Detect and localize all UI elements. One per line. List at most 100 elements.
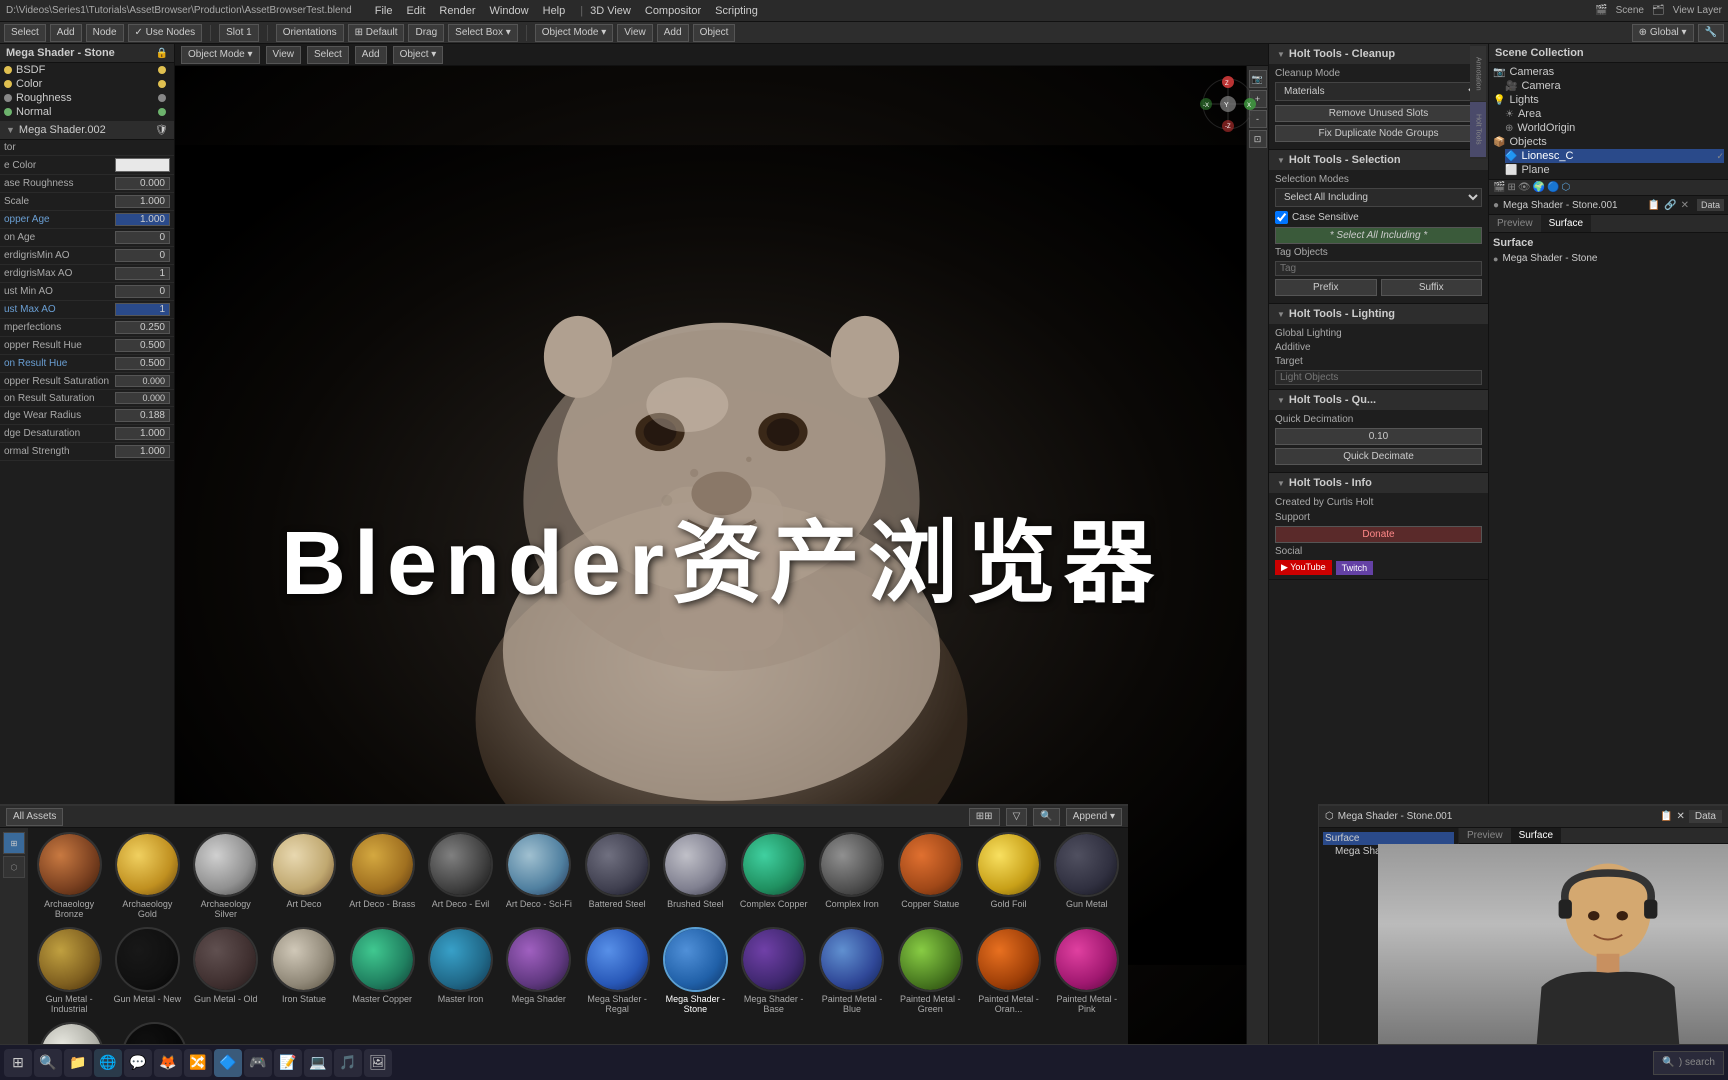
asset-mega-stone[interactable]: Mega Shader - Stone — [660, 927, 730, 1014]
object-mode-dropdown[interactable]: Object Mode ▾ — [181, 46, 260, 64]
sc-lionesc[interactable]: 🔷 Lionesc_C ✓ — [1505, 149, 1724, 163]
shader-copy-icon[interactable]: 📋 — [1648, 200, 1660, 211]
param-verdigris-max-value[interactable]: 1 — [115, 267, 170, 280]
select-all-including-btn[interactable]: * Select All Including * — [1275, 227, 1482, 244]
append-btn[interactable]: Append ▾ — [1066, 808, 1122, 826]
asset-all-filter[interactable]: ⊞ — [3, 832, 25, 854]
param-imperfections[interactable]: mperfections 0.250 — [0, 319, 174, 337]
remove-unused-btn[interactable]: Remove Unused Slots — [1275, 105, 1482, 122]
asset-painted-orange[interactable]: Painted Metal - Oran... — [973, 927, 1043, 1014]
param-rust-min[interactable]: ust Min AO 0 — [0, 283, 174, 301]
sc-lights[interactable]: 💡 Lights — [1493, 93, 1724, 107]
ht-info-header[interactable]: Holt Tools - Info — [1269, 473, 1488, 493]
menu-3dview[interactable]: 3D View — [583, 5, 638, 17]
menu-help[interactable]: Help — [536, 5, 573, 17]
add-menu-btn[interactable]: Add — [657, 24, 689, 42]
taskbar-git[interactable]: 🔀 — [184, 1049, 212, 1077]
object-mode-btn[interactable]: Object Mode ▾ — [535, 24, 614, 42]
asset-gun-metal-old[interactable]: Gun Metal - Old — [191, 927, 261, 1014]
param-verdigris-max[interactable]: erdigrisMax AO 1 — [0, 265, 174, 283]
quick-dec-btn[interactable]: Quick Decimate — [1275, 448, 1482, 465]
twitch-btn[interactable]: Twitch — [1336, 561, 1374, 575]
menu-window[interactable]: Window — [483, 5, 536, 17]
suffix-btn[interactable]: Suffix — [1381, 279, 1483, 296]
asset-mega-shader[interactable]: Mega Shader — [504, 927, 574, 1014]
props-close-btn[interactable]: ✕ — [1676, 811, 1684, 822]
menu-scripting[interactable]: Scripting — [708, 5, 765, 17]
param-ion-age-value[interactable]: 0 — [115, 231, 170, 244]
select-btn[interactable]: Select — [4, 24, 46, 42]
taskbar-spotify[interactable]: 🎵 — [334, 1049, 362, 1077]
taskbar-search-box[interactable]: 🔍 ) search — [1653, 1051, 1724, 1075]
sc-cameras[interactable]: 📷 Cameras — [1493, 65, 1724, 79]
asset-battered-steel[interactable]: Battered Steel — [582, 832, 652, 919]
shader-close-icon[interactable]: ✕ — [1681, 200, 1689, 211]
surface-tab[interactable]: Surface — [1541, 215, 1591, 232]
taskbar-explorer[interactable]: 📁 — [64, 1049, 92, 1077]
base-color-swatch[interactable] — [115, 158, 170, 172]
use-nodes-btn[interactable]: ✓ Use Nodes — [128, 24, 203, 42]
asset-gun-metal-new[interactable]: Gun Metal - New — [112, 927, 182, 1014]
vt-holt-tools[interactable]: Holt Tools — [1470, 102, 1486, 157]
param-copper-age-value[interactable]: 1.000 — [115, 213, 170, 226]
param-roughness-value[interactable]: 0.000 — [115, 177, 170, 190]
asset-copper-statue[interactable]: Copper Statue — [895, 832, 965, 919]
ht-quick-header[interactable]: Holt Tools - Qu... — [1269, 390, 1488, 410]
donate-btn[interactable]: Donate — [1275, 526, 1482, 543]
param-ion-age[interactable]: on Age 0 — [0, 229, 174, 247]
select-all-dropdown[interactable]: Select All Including — [1275, 188, 1482, 207]
param-verdigris-min[interactable]: erdigrisMin AO 0 — [0, 247, 174, 265]
ht-cleanup-header[interactable]: Holt Tools - Cleanup — [1269, 44, 1488, 64]
param-copper-hue-value[interactable]: 0.500 — [115, 339, 170, 352]
asset-painted-pink[interactable]: Painted Metal - Pink — [1052, 927, 1122, 1014]
param-imperfections-value[interactable]: 0.250 — [115, 321, 170, 334]
taskbar-unity[interactable]: 🎮 — [244, 1049, 272, 1077]
asset-complex-iron[interactable]: Complex Iron — [817, 832, 887, 919]
asset-art-deco-brass[interactable]: Art Deco - Brass — [347, 832, 417, 919]
sc-plane[interactable]: ⬜ Plane — [1505, 163, 1724, 177]
asset-brushed-steel[interactable]: Brushed Steel — [660, 832, 730, 919]
param-edge-radius[interactable]: dge Wear Radius 0.188 — [0, 407, 174, 425]
view-menu[interactable]: View — [266, 46, 302, 64]
param-ion-sat[interactable]: on Result Saturation 0.000 — [0, 390, 174, 407]
param-ion-hue-value[interactable]: 0.500 — [115, 357, 170, 370]
surface-tab-btn[interactable]: Surface — [1511, 828, 1561, 843]
asset-search-btn[interactable]: 🔍 — [1033, 808, 1059, 826]
asset-mega-base[interactable]: Mega Shader -Base — [739, 927, 809, 1014]
param-normal-strength-value[interactable]: 1.000 — [115, 445, 170, 458]
asset-art-deco[interactable]: Art Deco — [269, 832, 339, 919]
prop-render-tab[interactable]: 🎬 — [1493, 182, 1505, 193]
asset-arch-silver[interactable]: Archaeology Silver — [191, 832, 261, 919]
sc-worldorigin[interactable]: ⊕ WorldOrigin — [1505, 121, 1724, 135]
asset-painted-green[interactable]: Painted Metal - Green — [895, 927, 965, 1014]
param-verdigris-min-value[interactable]: 0 — [115, 249, 170, 262]
orientations-btn[interactable]: Orientations — [276, 24, 344, 42]
node-lock-icon[interactable]: 🔒 — [156, 48, 168, 59]
default-btn[interactable]: ⊞ Default — [348, 24, 405, 42]
param-scale[interactable]: Scale 1.000 — [0, 193, 174, 211]
param-edge-radius-value[interactable]: 0.188 — [115, 409, 170, 422]
asset-iron-statue[interactable]: Iron Statue — [269, 927, 339, 1014]
quick-dec-input[interactable] — [1275, 428, 1482, 445]
prop-output-tab[interactable]: ⊞ — [1507, 182, 1515, 193]
prop-material-tab[interactable]: ⬡ — [1561, 182, 1570, 193]
asset-filter-btn[interactable]: ▽ — [1006, 808, 1028, 826]
asset-gun-metal-ind[interactable]: Gun Metal - Industrial — [34, 927, 104, 1014]
asset-all-btn[interactable]: All Assets — [6, 808, 63, 826]
taskbar-vscode[interactable]: 📝 — [274, 1049, 302, 1077]
sc-area[interactable]: ☀ Area — [1505, 107, 1724, 121]
case-sensitive-check[interactable] — [1275, 211, 1288, 224]
search-taskbar[interactable]: 🔍 — [34, 1049, 62, 1077]
param-base-color[interactable]: e Color — [0, 156, 174, 175]
param-rust-min-value[interactable]: 0 — [115, 285, 170, 298]
cleanup-mode-dropdown[interactable]: Materials — [1275, 82, 1482, 101]
taskbar-ps[interactable]: 🖼 — [364, 1049, 392, 1077]
data-btn[interactable]: Data — [1689, 810, 1722, 823]
global-btn[interactable]: ⊕ Global ▾ — [1632, 24, 1694, 42]
select-menu[interactable]: Select — [307, 46, 349, 64]
asset-mega-regal[interactable]: Mega Shader - Regal — [582, 927, 652, 1014]
ht-selection-header[interactable]: Holt Tools - Selection — [1269, 150, 1488, 170]
param-rust-max[interactable]: ust Max AO 1 — [0, 301, 174, 319]
shader-link-icon[interactable]: 🔗 — [1664, 200, 1676, 211]
prop-scene-tab[interactable]: 🌍 — [1533, 182, 1545, 193]
